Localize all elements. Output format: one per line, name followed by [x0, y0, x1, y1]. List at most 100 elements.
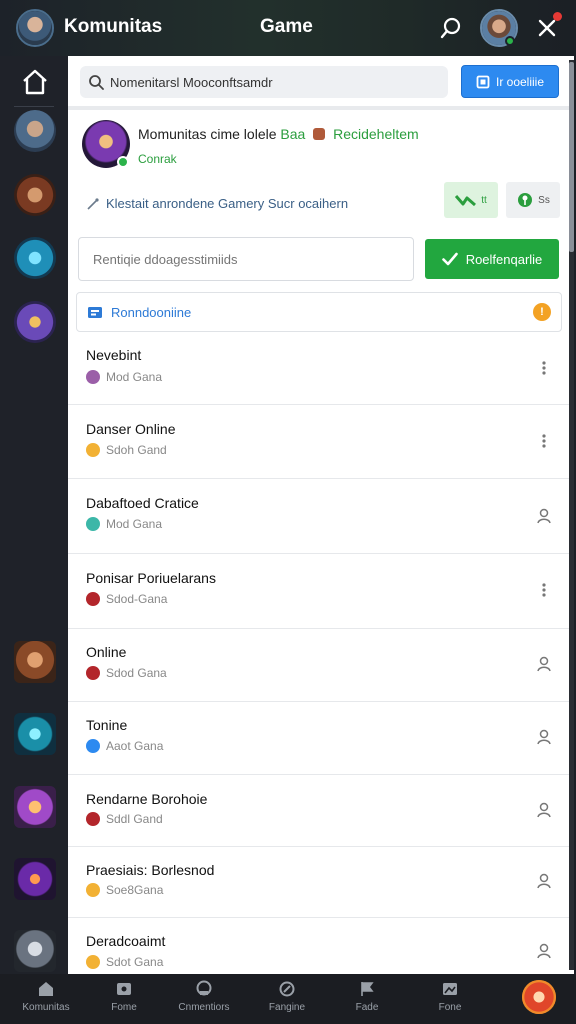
community-status: Conrak — [138, 152, 177, 166]
list-item[interactable]: Nevebint Mod Gana — [68, 332, 574, 405]
sidebar-server-2[interactable] — [14, 174, 56, 216]
nav-label: Fade — [355, 1002, 379, 1013]
search-bar[interactable]: Nomenitarsl Mooconftsamdr — [80, 66, 448, 98]
item-title: Danser Online — [86, 421, 176, 437]
nav-label: Cnmentiors — [178, 1002, 230, 1013]
chat-icon — [196, 980, 212, 996]
person-icon[interactable] — [532, 725, 556, 749]
sidebar-server-1[interactable] — [14, 110, 56, 152]
item-subtitle-row: Mod Gana — [86, 517, 162, 531]
game-icon — [86, 666, 100, 680]
section-header[interactable]: Ronndooniine ! — [76, 292, 562, 332]
community-name: Momunitas cime lolele — [138, 126, 277, 142]
warning-badge: ! — [533, 303, 551, 321]
header-divider — [68, 106, 574, 110]
game-icon — [86, 443, 100, 457]
gallery-icon — [443, 983, 457, 995]
item-title: Rendarne Borohoie — [86, 791, 208, 807]
game-icon — [86, 883, 100, 897]
list-item[interactable]: Deradcoaimt Sdot Gana — [68, 918, 574, 974]
section-title: Game — [260, 16, 313, 37]
sidebar-server-3[interactable] — [14, 237, 56, 279]
list-item[interactable]: Ponisar Poriuelarans Sdod-Gana — [68, 554, 574, 629]
submit-label: Roelfenqarlie — [465, 251, 543, 267]
community-description: Klestait anrondene Gamery Sucr ocaihern — [86, 196, 348, 211]
community-tag-1: Baa — [280, 126, 306, 142]
check-icon — [441, 252, 458, 266]
item-title: Deradcoaimt — [86, 933, 166, 949]
search-action-label: Ir ooeliiie — [495, 74, 545, 89]
person-icon[interactable] — [532, 504, 556, 528]
scrollbar-thumb[interactable] — [569, 62, 574, 252]
link-icon — [87, 197, 99, 210]
nav-label: Fone — [438, 1002, 462, 1013]
nav-fone[interactable]: Fone — [415, 980, 485, 1013]
nav-label: Fangine — [268, 1002, 306, 1013]
game-icon — [86, 955, 100, 969]
profile-avatar[interactable] — [522, 980, 556, 1014]
compass-icon — [279, 981, 295, 997]
search-icon[interactable] — [436, 13, 466, 43]
list-item[interactable]: Danser Online Sdoh Gand — [68, 405, 574, 479]
item-subtitle: Aaot Gana — [106, 739, 164, 753]
top-bar: Komunitas Game — [0, 0, 576, 56]
nav-komunitas[interactable]: Komunitas — [11, 980, 81, 1013]
person-icon[interactable] — [532, 652, 556, 676]
more-icon[interactable] — [532, 429, 556, 453]
search-input[interactable]: Nomenitarsl Mooconftsamdr — [110, 75, 273, 90]
sidebar-game-3[interactable] — [14, 786, 56, 828]
search-action-button[interactable]: Ir ooeliiie — [461, 65, 559, 98]
sidebar-server-4[interactable] — [14, 301, 56, 343]
sidebar-divider — [14, 106, 54, 107]
stat-grey-value: Ss — [538, 194, 550, 206]
item-title: Tonine — [86, 717, 128, 733]
app-title: Komunitas — [64, 16, 163, 37]
search-icon — [89, 75, 104, 90]
list-item[interactable]: Dabaftoed Cratice Mod Gana — [68, 479, 574, 554]
item-subtitle-row: Sdod Gana — [86, 666, 167, 680]
list-item[interactable]: Praesiais: Borlesnod Soe8Gana — [68, 847, 574, 918]
community-title: Momunitas cime lolele Baa Recideheltem — [138, 126, 419, 142]
box-icon — [476, 75, 490, 88]
sidebar-game-2[interactable] — [14, 713, 56, 755]
section-label: Ronndooniine — [111, 304, 192, 320]
item-subtitle-row: Sdoh Gand — [86, 443, 167, 457]
more-icon[interactable] — [532, 356, 556, 380]
game-icon — [117, 983, 131, 995]
more-icon[interactable] — [532, 578, 556, 602]
nav-fangine[interactable]: Fangine — [252, 980, 322, 1013]
nav-cnmentiors[interactable]: Cnmentiors — [169, 980, 239, 1013]
submit-button[interactable]: Roelfenqarlie — [425, 239, 559, 279]
stat-green-button[interactable]: tt — [444, 182, 498, 218]
item-subtitle: Sdoh Gand — [106, 443, 167, 457]
home-icon — [39, 982, 53, 996]
list-item[interactable]: Rendarne Borohoie Sddl Gand — [68, 775, 574, 847]
clover-icon — [518, 193, 533, 207]
list-item[interactable]: Tonine Aaot Gana — [68, 702, 574, 775]
stat-grey-button[interactable]: Ss — [506, 182, 560, 218]
community-tag-2: Recideheltem — [333, 126, 419, 142]
item-title: Online — [86, 644, 127, 660]
message-input[interactable] — [78, 237, 414, 281]
user-avatar[interactable] — [16, 9, 54, 47]
home-icon[interactable] — [20, 68, 50, 96]
game-icon — [86, 370, 100, 384]
sidebar-game-1[interactable] — [14, 641, 56, 683]
folder-icon — [88, 307, 102, 318]
person-icon[interactable] — [532, 939, 556, 963]
sidebar-game-4[interactable] — [14, 858, 56, 900]
game-icon — [86, 739, 100, 753]
online-indicator — [505, 36, 515, 46]
sidebar-game-5[interactable] — [14, 930, 56, 972]
person-icon[interactable] — [532, 869, 556, 893]
person-icon[interactable] — [532, 798, 556, 822]
item-subtitle-row: Sdod-Gana — [86, 592, 167, 606]
notification-dot — [553, 12, 562, 21]
list-item[interactable]: Online Sdod Gana — [68, 629, 574, 702]
nav-fome[interactable]: Fome — [89, 980, 159, 1013]
item-subtitle-row: Soe8Gana — [86, 883, 163, 897]
stat-green-value: tt — [481, 194, 487, 206]
nav-fade[interactable]: Fade — [332, 980, 402, 1013]
bottom-nav: Komunitas Fome Cnmentiors Fangine Fade F… — [0, 974, 576, 1024]
tag-icon — [313, 128, 326, 140]
